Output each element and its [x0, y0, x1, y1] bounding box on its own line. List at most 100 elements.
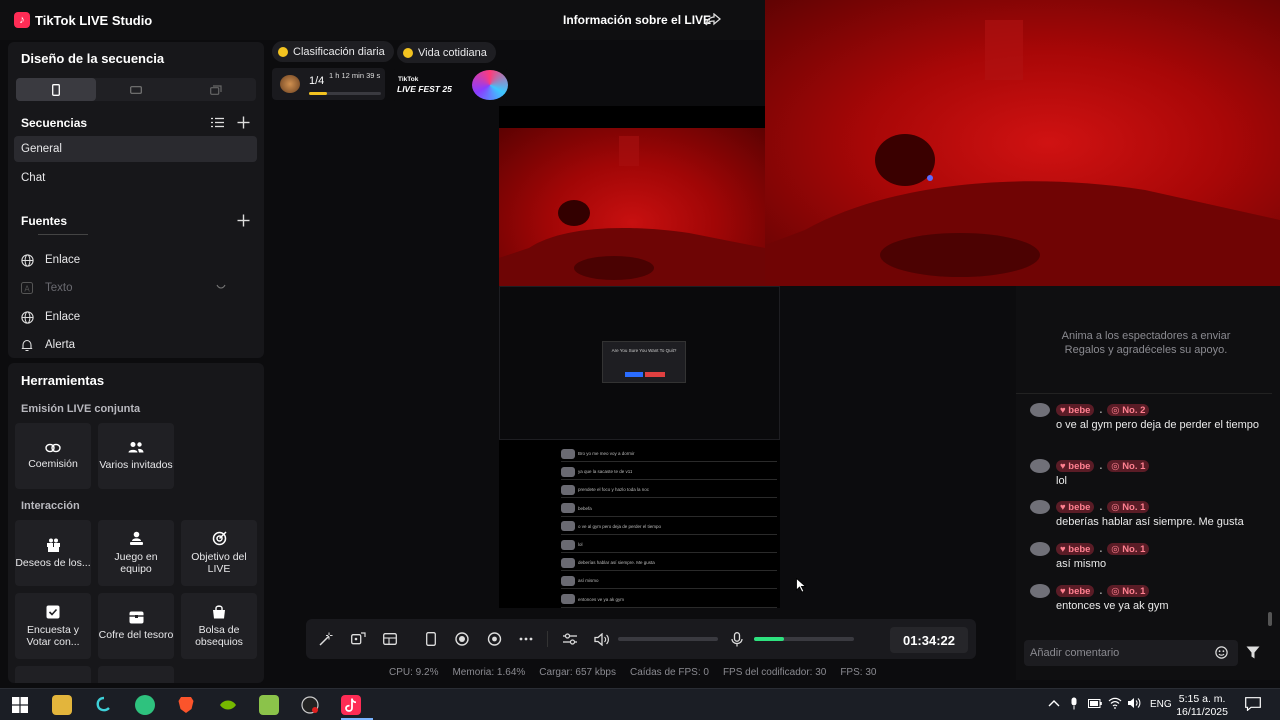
file-explorer-icon[interactable] [52, 695, 72, 715]
audio-mixer-icon[interactable] [561, 630, 579, 648]
effects-icon[interactable] [349, 630, 367, 648]
emoji-icon[interactable] [1215, 646, 1228, 659]
source-label: Alerta [45, 339, 76, 351]
captured-dialog: Are You Sure You Want To Quit? [602, 341, 686, 383]
clock-date: 16/11/2025 [1176, 706, 1228, 718]
comment-placeholder: Añadir comentario [1030, 647, 1120, 659]
source-label: Enlace [45, 254, 81, 266]
add-sequence-icon[interactable] [237, 116, 250, 129]
hidden-eye-icon[interactable] [216, 284, 226, 290]
comment-header: ♥ bebe. ◎ No. 1 [1056, 501, 1150, 513]
volume-tray-icon[interactable] [1127, 697, 1141, 709]
layout-icon[interactable] [381, 630, 399, 648]
brave-browser-icon[interactable] [176, 695, 196, 715]
tool-label: Bolsa de obsequios [195, 623, 243, 648]
interaction-section-title: Interacción [21, 500, 80, 512]
rank-badge: ◎ No. 1 [1107, 585, 1150, 597]
comment-text: entonces ve ya ak gym [1056, 600, 1169, 612]
globe-icon [21, 310, 35, 324]
speaker-volume-slider[interactable] [618, 637, 718, 641]
comment-input[interactable]: Añadir comentario [1024, 640, 1238, 666]
gift-bag-button[interactable]: Bolsa de obsequios [181, 593, 257, 659]
portrait-option[interactable] [16, 78, 96, 101]
text-icon: A [21, 282, 35, 294]
windows-start-icon[interactable] [10, 695, 30, 715]
chat-scrollbar[interactable] [1268, 612, 1272, 626]
source-item-disabled[interactable]: A Texto [14, 276, 257, 300]
magic-wand-icon[interactable] [317, 630, 335, 648]
chat-capture-source[interactable]: Bro yo me meo voy a dormir ya que la saca… [499, 440, 780, 608]
source-item[interactable]: Alerta [14, 333, 257, 357]
comment-username: bebe [1068, 543, 1091, 555]
captured-chat-text: así mismo [578, 578, 599, 584]
comment-text: o ve al gym pero deja de perder el tiemp… [1056, 419, 1260, 431]
team-game-button[interactable]: Juego en equipo [98, 520, 174, 586]
chevron-up-icon[interactable] [1048, 699, 1060, 707]
camera-preview-small[interactable] [499, 128, 765, 286]
bag-icon [212, 604, 226, 619]
wifi-icon[interactable] [1108, 697, 1122, 709]
add-source-icon[interactable] [237, 214, 250, 227]
taskbar-clock[interactable]: 5:15 a. m. 16/11/2025 [1176, 693, 1228, 719]
app-swirl-icon[interactable] [94, 695, 114, 715]
nvidia-icon[interactable] [218, 695, 238, 715]
wish-list-button[interactable]: Deseos de los... [15, 520, 91, 586]
stream-control-bar [306, 619, 976, 659]
comment-rank: No. 1 [1122, 543, 1146, 555]
share-icon[interactable] [705, 13, 721, 27]
separator: . [1099, 460, 1103, 472]
sequence-item-general[interactable]: General [14, 136, 257, 162]
more-tool-button[interactable] [15, 666, 91, 683]
users-icon [128, 441, 144, 454]
list-icon[interactable] [211, 117, 224, 128]
live-info-button[interactable]: Información sobre el LIVE [563, 13, 711, 27]
live-goal-button[interactable]: Objetivo del LIVE [181, 520, 257, 586]
landscape-option[interactable] [96, 78, 176, 101]
user-badge: ♥ bebe [1056, 404, 1095, 416]
live-fest-banner[interactable]: TikTok LIVE FEST 25 [392, 69, 509, 101]
orientation-selector [16, 78, 256, 101]
svg-text:A: A [24, 285, 30, 294]
tools-title: Herramientas [21, 373, 105, 388]
app-green-icon[interactable] [135, 695, 155, 715]
camera-preview-large[interactable] [765, 0, 1280, 286]
separator: . [1099, 543, 1103, 555]
battery-icon[interactable] [1088, 699, 1102, 708]
speaker-icon[interactable] [592, 630, 610, 648]
category-chip[interactable]: Vida cotidiana [397, 42, 496, 63]
bell-icon [21, 339, 35, 352]
tiktok-live-studio-taskbar-icon[interactable] [341, 695, 361, 715]
record-icon[interactable] [453, 630, 471, 648]
divider [547, 631, 548, 647]
portrait-mode-icon[interactable] [422, 630, 440, 648]
language-indicator[interactable]: ENG [1150, 699, 1172, 710]
treasure-chest-button[interactable]: Cofre del tesoro [98, 593, 174, 659]
globe-icon [21, 253, 35, 267]
daily-ranking-chip[interactable]: Clasificación diaria [272, 41, 394, 62]
source-item[interactable]: Enlace [14, 248, 257, 272]
encoder-fps-stat: FPS del codificador: 30 [722, 667, 827, 678]
rank-progress-card[interactable]: 1/4 1 h 12 min 39 s [272, 68, 385, 100]
microphone-tray-icon[interactable] [1070, 697, 1078, 710]
obs-studio-icon[interactable] [300, 695, 320, 715]
poll-button[interactable]: Encuesta y Votar con... [15, 593, 91, 659]
screen-capture-source[interactable]: Are You Sure You Want To Quit? [499, 286, 780, 440]
source-item[interactable]: Enlace [14, 305, 257, 329]
microphone-icon[interactable] [728, 630, 746, 648]
source-label: Enlace [45, 311, 81, 323]
mic-volume-slider[interactable] [754, 637, 854, 641]
camera-switch-icon[interactable] [485, 630, 503, 648]
sequence-item-chat[interactable]: Chat [14, 165, 257, 191]
more-tool-button[interactable] [98, 666, 174, 683]
android-app-icon[interactable] [259, 695, 279, 715]
more-icon[interactable] [517, 630, 535, 648]
filter-icon[interactable] [1246, 646, 1260, 659]
notifications-icon[interactable] [1245, 697, 1261, 711]
mouse-cursor-icon [796, 578, 806, 593]
avatar [1030, 459, 1050, 473]
dual-option[interactable] [176, 78, 256, 101]
multi-guest-button[interactable]: Varios invitados [98, 423, 174, 489]
cohost-button[interactable]: Coemisión [15, 423, 91, 489]
sequences-title: Secuencias [21, 116, 88, 130]
chip-label: Vida cotidiana [418, 46, 487, 59]
